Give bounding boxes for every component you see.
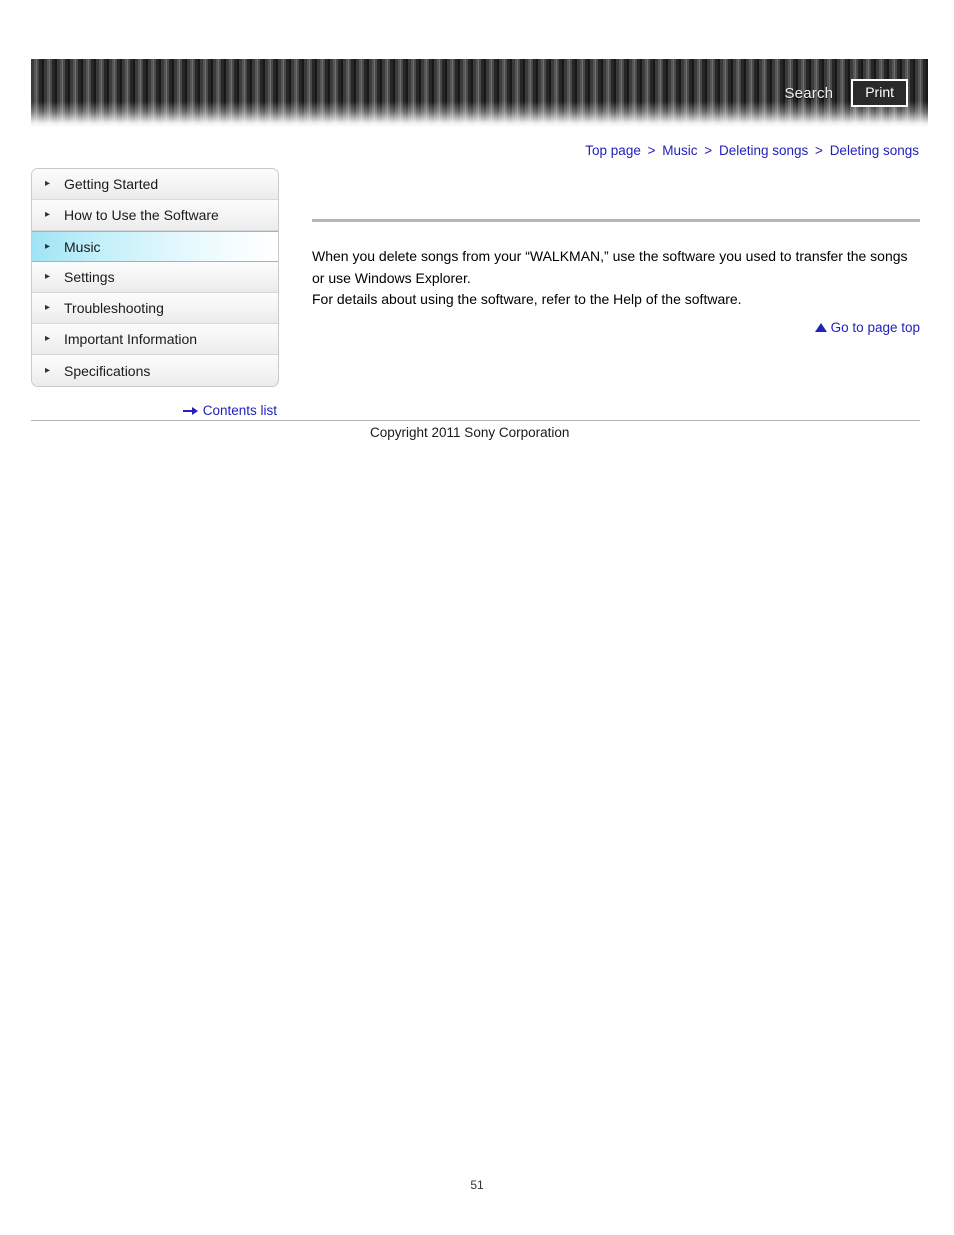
sidebar-item-settings[interactable]: ▸ Settings: [32, 262, 278, 293]
breadcrumb-separator: >: [704, 143, 713, 158]
go-to-page-top-link[interactable]: Go to page top: [831, 320, 920, 335]
breadcrumb-item-deleting-songs[interactable]: Deleting songs: [719, 143, 808, 158]
search-button[interactable]: Search: [784, 85, 833, 102]
header-banner: Search Print: [31, 59, 928, 127]
sidebar-item-how-to-use-the-software[interactable]: ▸ How to Use the Software: [32, 200, 278, 231]
copyright-text: Copyright 2011 Sony Corporation: [370, 425, 570, 440]
contents-list-row: Contents list: [31, 403, 277, 418]
breadcrumb: Top page > Music > Deleting songs > Dele…: [585, 143, 919, 158]
sidebar-item-label: Important Information: [64, 331, 198, 347]
page-number: 51: [470, 1178, 484, 1192]
sidebar-item-label: Troubleshooting: [64, 300, 164, 316]
breadcrumb-item-music[interactable]: Music: [662, 143, 697, 158]
sidebar-item-specifications[interactable]: ▸ Specifications: [32, 355, 278, 386]
sidebar-item-label: How to Use the Software: [64, 207, 219, 223]
contents-list-link[interactable]: Contents list: [203, 403, 277, 418]
sidebar-item-label: Settings: [64, 269, 115, 285]
sidebar-item-music[interactable]: ▸ Music: [32, 231, 278, 262]
arrow-right-icon: [182, 406, 199, 416]
body-paragraph-2: For details about using the software, re…: [312, 291, 742, 307]
triangle-right-icon: ▸: [45, 333, 51, 344]
triangle-right-icon: ▸: [45, 364, 51, 376]
sidebar-item-important-information[interactable]: ▸ Important Information: [32, 324, 278, 355]
content-divider: [312, 219, 920, 222]
body-text: When you delete songs from your “WALKMAN…: [312, 246, 920, 311]
sidebar-item-label: Music: [64, 238, 101, 255]
triangle-up-icon: [814, 322, 827, 332]
header-controls: Search Print: [784, 59, 908, 127]
triangle-right-icon: ▸: [45, 302, 51, 313]
triangle-right-icon: ▸: [45, 240, 51, 252]
triangle-right-icon: ▸: [45, 271, 51, 282]
go-to-page-top-row: Go to page top: [312, 320, 920, 335]
triangle-right-icon: ▸: [45, 209, 51, 220]
breadcrumb-item-current[interactable]: Deleting songs: [830, 143, 919, 158]
sidebar-item-label: Getting Started: [64, 176, 159, 192]
breadcrumb-separator: >: [815, 143, 823, 158]
sidebar-item-troubleshooting[interactable]: ▸ Troubleshooting: [32, 293, 278, 324]
breadcrumb-separator: >: [647, 143, 656, 158]
footer-divider: [31, 420, 920, 421]
sidebar-item-getting-started[interactable]: ▸ Getting Started: [32, 169, 278, 200]
breadcrumb-item-top-page[interactable]: Top page: [585, 143, 641, 158]
body-paragraph-1: When you delete songs from your “WALKMAN…: [312, 248, 908, 286]
print-button[interactable]: Print: [851, 78, 908, 108]
sidebar-nav: ▸ Getting Started ▸ How to Use the Softw…: [31, 168, 279, 387]
triangle-right-icon: ▸: [45, 178, 51, 189]
main-content: When you delete songs from your “WALKMAN…: [312, 219, 920, 335]
sidebar-item-label: Specifications: [64, 362, 151, 379]
